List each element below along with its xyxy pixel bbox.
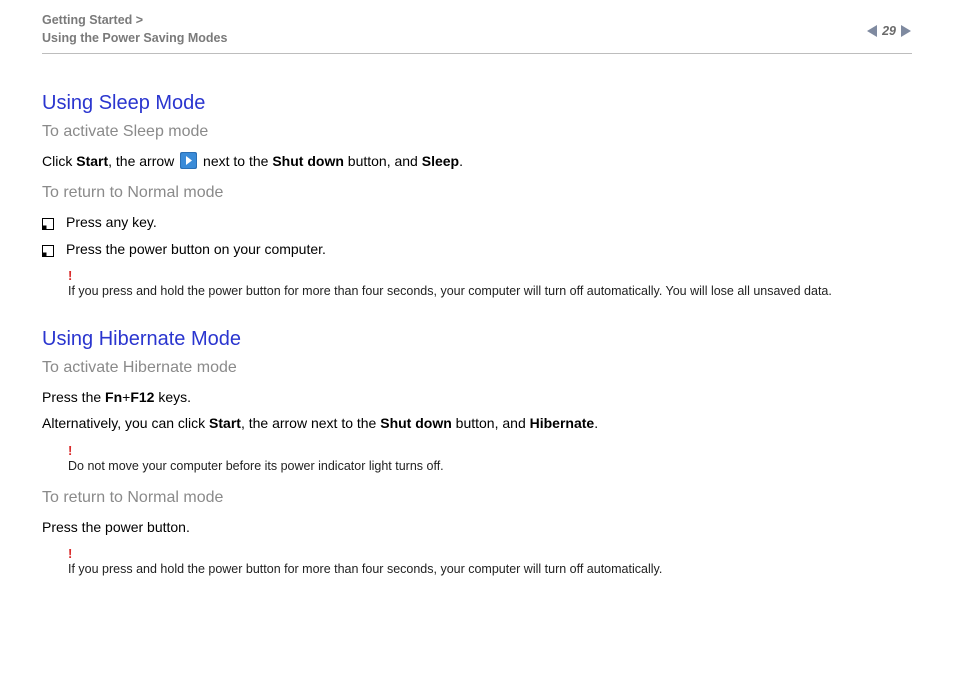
sleep-return-list: Press any key. Press the power button on… bbox=[42, 212, 912, 263]
arrow-menu-icon bbox=[180, 152, 197, 174]
hibernate-warning-1: ! Do not move your computer before its p… bbox=[68, 444, 912, 475]
hibernate-return-heading: To return to Normal mode bbox=[42, 489, 912, 507]
list-item-text: Press the power button on your computer. bbox=[66, 239, 326, 260]
start-label: Start bbox=[209, 415, 241, 431]
list-item: Press the power button on your computer. bbox=[42, 239, 912, 263]
warning-text: If you press and hold the power button f… bbox=[68, 283, 912, 300]
sleep-activate-text: Click Start, the arrow next to the Shut … bbox=[42, 151, 912, 174]
bullet-icon bbox=[42, 242, 54, 263]
bullet-icon bbox=[42, 215, 54, 236]
shutdown-label: Shut down bbox=[272, 153, 344, 169]
hibernate-alt-text: Alternatively, you can click Start, the … bbox=[42, 413, 912, 433]
list-item-text: Press any key. bbox=[66, 212, 157, 233]
page-header: Getting Started > Using the Power Saving… bbox=[42, 12, 912, 54]
fn-key-label: Fn bbox=[105, 389, 122, 405]
f12-key-label: F12 bbox=[130, 389, 154, 405]
warning-text: If you press and hold the power button f… bbox=[68, 561, 912, 578]
sleep-warning: ! If you press and hold the power button… bbox=[68, 269, 912, 300]
page: Getting Started > Using the Power Saving… bbox=[0, 0, 954, 674]
start-label: Start bbox=[76, 153, 108, 169]
sleep-label: Sleep bbox=[422, 153, 459, 169]
text: button, and bbox=[452, 415, 530, 431]
warning-icon: ! bbox=[68, 444, 912, 457]
breadcrumb: Getting Started > Using the Power Saving… bbox=[42, 12, 227, 47]
list-item: Press any key. bbox=[42, 212, 912, 236]
text: . bbox=[459, 153, 463, 169]
sleep-section-title: Using Sleep Mode bbox=[42, 92, 912, 115]
text: , the arrow bbox=[108, 153, 178, 169]
text: , the arrow next to the bbox=[241, 415, 380, 431]
shutdown-label: Shut down bbox=[380, 415, 452, 431]
text: Click bbox=[42, 153, 76, 169]
page-nav: 29 bbox=[866, 12, 912, 38]
breadcrumb-line1: Getting Started > bbox=[42, 13, 143, 27]
next-page-icon[interactable] bbox=[900, 24, 912, 38]
hibernate-section-title: Using Hibernate Mode bbox=[42, 328, 912, 351]
warning-icon: ! bbox=[68, 269, 912, 282]
text: button, and bbox=[344, 153, 422, 169]
hibernate-label: Hibernate bbox=[530, 415, 595, 431]
text: keys. bbox=[154, 389, 191, 405]
text: next to the bbox=[199, 153, 272, 169]
warning-icon: ! bbox=[68, 547, 912, 560]
hibernate-return-text: Press the power button. bbox=[42, 517, 912, 537]
sleep-return-heading: To return to Normal mode bbox=[42, 184, 912, 202]
breadcrumb-line2: Using the Power Saving Modes bbox=[42, 31, 227, 45]
hibernate-warning-2: ! If you press and hold the power button… bbox=[68, 547, 912, 578]
text: Press the bbox=[42, 389, 105, 405]
text: Alternatively, you can click bbox=[42, 415, 209, 431]
sleep-activate-heading: To activate Sleep mode bbox=[42, 123, 912, 141]
hibernate-press-text: Press the Fn+F12 keys. bbox=[42, 387, 912, 407]
page-number: 29 bbox=[882, 24, 896, 38]
text: . bbox=[594, 415, 598, 431]
warning-text: Do not move your computer before its pow… bbox=[68, 458, 912, 475]
prev-page-icon[interactable] bbox=[866, 24, 878, 38]
hibernate-activate-heading: To activate Hibernate mode bbox=[42, 359, 912, 377]
content: Using Sleep Mode To activate Sleep mode … bbox=[42, 54, 912, 578]
